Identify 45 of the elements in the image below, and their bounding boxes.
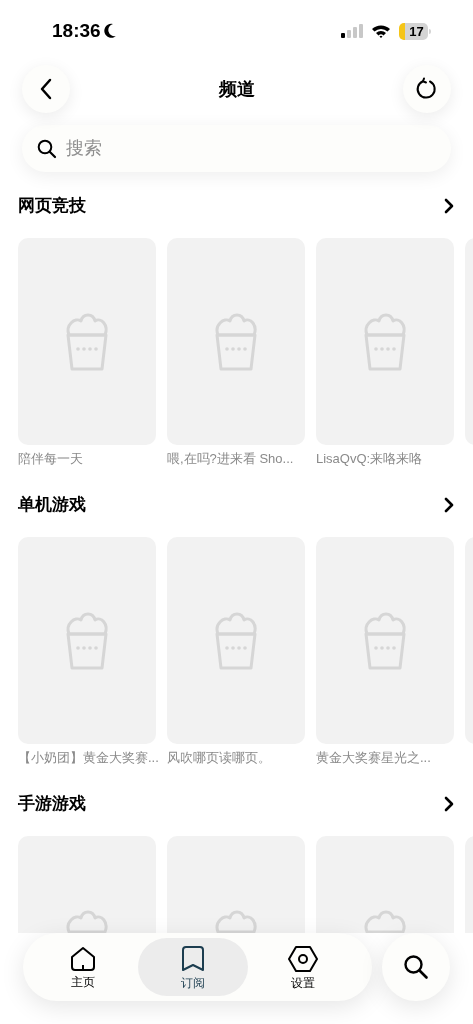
moon-icon (102, 23, 117, 39)
wifi-icon (371, 24, 391, 38)
bucket-icon (212, 908, 260, 933)
channel-caption: 黄金大奖赛星光之... (316, 750, 432, 766)
channel-caption: 风吹哪页读哪页。 (167, 750, 272, 766)
search-bar[interactable]: 搜索 (22, 125, 451, 172)
channel-caption: LisaQvQ:来咯来咯 (316, 451, 424, 467)
more-button[interactable] (442, 795, 456, 813)
refresh-icon (415, 77, 439, 101)
home-icon (70, 945, 96, 972)
thumbnail-placeholder[interactable] (316, 238, 454, 445)
settings-icon (288, 944, 318, 973)
section-title: 单机游戏 (18, 494, 86, 517)
search-icon (403, 954, 429, 980)
thumbnail-placeholder[interactable] (316, 836, 454, 933)
page-title: 频道 (218, 77, 255, 101)
chevron-icon (444, 497, 454, 513)
chevron-icon (444, 796, 454, 812)
bucket-icon (361, 908, 409, 933)
thumbnail-placeholder[interactable] (167, 836, 305, 933)
tab-button[interactable]: 主页 (28, 938, 138, 996)
thumbnail-placeholder[interactable] (167, 238, 305, 445)
thumbnail-placeholder[interactable] (18, 238, 156, 445)
thumbnail-placeholder[interactable] (316, 537, 454, 744)
signal-icon (341, 24, 363, 38)
section-title: 手游游戏 (18, 793, 86, 816)
back-icon (39, 78, 53, 100)
bucket-icon (63, 908, 111, 933)
tab-button[interactable]: 订阅 (138, 938, 248, 996)
battery-indicator: 17 (399, 22, 428, 40)
channel-caption: 喂,在吗?进来看 Sho... (167, 451, 295, 467)
status-time: 18:36 (52, 18, 101, 43)
thumbnail-placeholder[interactable] (18, 836, 156, 933)
section-title: 网页竞技 (18, 195, 86, 218)
bookmark-icon (181, 944, 205, 973)
search-input[interactable]: 搜索 (66, 135, 366, 162)
more-button[interactable] (442, 496, 456, 514)
search-icon (37, 138, 57, 159)
tab-button[interactable]: 设置 (248, 938, 358, 996)
more-button[interactable] (442, 197, 456, 215)
channel-caption: 陪伴每一天 (18, 451, 84, 467)
channel-caption: 【小奶团】黄金大奖赛... (18, 750, 156, 766)
chevron-icon (444, 198, 454, 214)
thumbnail-placeholder[interactable] (167, 537, 305, 744)
thumbnail-placeholder[interactable] (18, 537, 156, 744)
